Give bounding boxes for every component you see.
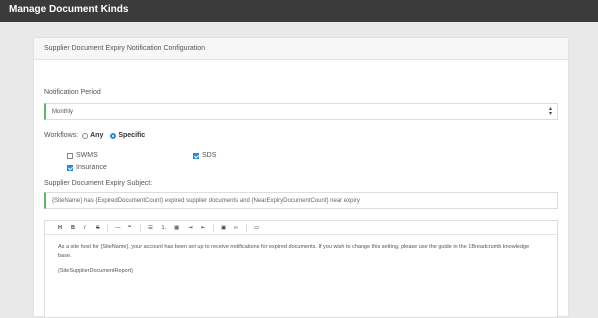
email-body-editor[interactable]: H B I S — ❝ ☰ ⒈ ▦ ⇥ ⇤ ▣ ∞ ▭ As a site ho… <box>44 220 558 318</box>
horizontal-rule-button[interactable]: — <box>115 224 121 232</box>
toolbar-divider <box>107 224 108 232</box>
notification-period-select[interactable]: Monthly ▴ ▾ <box>44 103 558 120</box>
insurance-label[interactable]: Insurance <box>76 164 107 171</box>
subject-label: Supplier Document Expiry Subject: <box>44 180 153 187</box>
editor-content[interactable]: As a site host for {SiteName}, your acco… <box>58 243 544 282</box>
swms-checkbox[interactable] <box>67 153 73 159</box>
notification-period-value: Monthly <box>52 109 74 115</box>
editor-toolbar: H B I S — ❝ ☰ ⒈ ▦ ⇥ ⇤ ▣ ∞ ▭ <box>45 221 557 235</box>
editor-paragraph: As a site host for {SiteName}, your acco… <box>58 244 530 259</box>
card-header: Supplier Document Expiry Notification Co… <box>34 38 568 60</box>
toolbar-divider <box>213 224 214 232</box>
bulleted-list-button[interactable]: ☰ <box>148 224 153 232</box>
subject-input[interactable]: {SiteName} has {ExpiredDocumentCount} ex… <box>44 192 558 209</box>
link-button[interactable]: ∞ <box>234 224 238 232</box>
bold-button[interactable]: B <box>71 224 75 232</box>
italic-button[interactable]: I <box>84 224 86 232</box>
workflow-any-radio[interactable] <box>82 132 89 139</box>
insurance-checkbox[interactable] <box>67 165 73 171</box>
notification-period-label: Notification Period <box>44 89 101 96</box>
numbered-list-button[interactable]: ⒈ <box>161 224 167 232</box>
page-content: Supplier Document Expiry Notification Co… <box>0 22 598 318</box>
select-caret-icon: ▴ ▾ <box>548 106 552 117</box>
outdent-button[interactable]: ⇤ <box>201 224 206 232</box>
toolbar-divider <box>140 224 141 232</box>
workflows-label: Workflows: <box>44 132 79 139</box>
workflows-row: Workflows: Any Specific <box>44 131 145 140</box>
window-title: Manage Document Kinds <box>0 0 598 22</box>
toolbar-divider <box>246 224 247 232</box>
workflow-specific-label[interactable]: Specific <box>118 132 145 139</box>
heading-button[interactable]: H <box>58 224 62 232</box>
quote-button[interactable]: ❝ <box>128 224 131 232</box>
editor-paragraph: {SiteSupplierDocumentReport} <box>58 268 133 274</box>
sds-label[interactable]: SDS <box>202 152 216 159</box>
strikethrough-button[interactable]: S <box>96 224 100 232</box>
image-button[interactable]: ▣ <box>221 224 226 232</box>
workflow-specific-radio[interactable] <box>110 132 117 139</box>
config-card: Supplier Document Expiry Notification Co… <box>33 37 569 318</box>
code-button[interactable]: ▭ <box>254 224 259 232</box>
table-button[interactable]: ▦ <box>174 224 179 232</box>
swms-label[interactable]: SWMS <box>76 152 98 159</box>
workflow-any-label[interactable]: Any <box>90 132 103 139</box>
sds-checkbox[interactable] <box>193 153 199 159</box>
indent-button[interactable]: ⇥ <box>188 224 193 232</box>
